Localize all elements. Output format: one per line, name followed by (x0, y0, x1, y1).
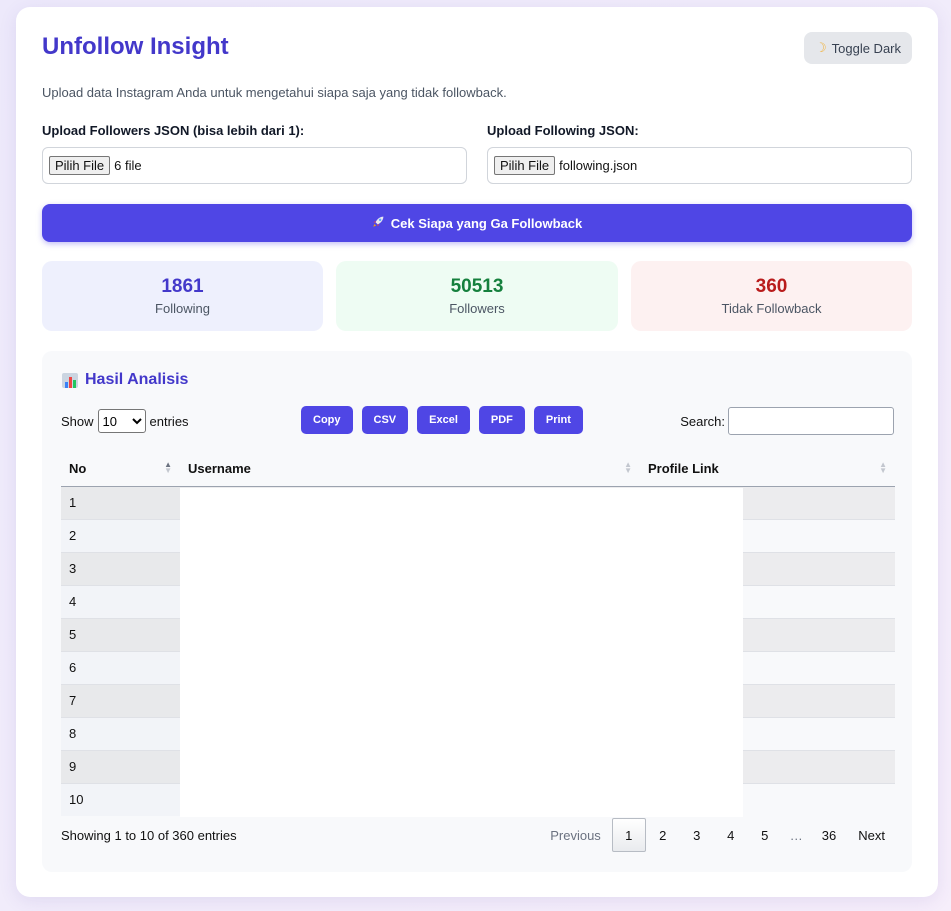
page-subtitle: Upload data Instagram Anda untuk mengeta… (42, 85, 507, 100)
pagination-ellipsis: … (789, 827, 803, 843)
stat-following-card: 1861 Following (42, 261, 323, 331)
toggle-dark-label: Toggle Dark (831, 40, 902, 56)
column-header-profile-link[interactable]: Profile Link ▲ ▼ (640, 451, 895, 487)
row-number: 5 (61, 617, 180, 651)
followers-upload-label: Upload Followers JSON (bisa lebih dari 1… (42, 123, 305, 138)
page-length-control: Show 10 entries (61, 409, 189, 433)
stat-not-followback-card: 360 Tidak Followback (631, 261, 912, 331)
sort-icon: ▲ ▼ (879, 460, 887, 476)
main-card: Unfollow Insight ☽ Toggle Dark Upload da… (16, 7, 938, 897)
page-length-select[interactable]: 10 (97, 409, 146, 433)
pagination-page-5[interactable]: 5 (748, 818, 782, 852)
search-input[interactable] (728, 407, 894, 435)
row-number: 6 (61, 650, 180, 684)
check-unfollowers-button[interactable]: Cek Siapa yang Ga Followback (42, 204, 912, 242)
row-number: 7 (61, 683, 180, 717)
pagination-page-2[interactable]: 2 (646, 818, 680, 852)
stat-followers-label: Followers (449, 301, 505, 316)
redacted-area (180, 488, 743, 817)
stat-followers-card: 50513 Followers (336, 261, 618, 331)
results-panel: Hasil Analisis Show 10 entries Copy CSV Ex… (42, 351, 912, 872)
following-choose-file-button[interactable]: Pilih File (494, 156, 556, 175)
pagination-page-last[interactable]: 36 (811, 818, 847, 852)
entries-label: entries (149, 413, 189, 429)
stat-followers-value: 50513 (450, 276, 504, 297)
search-label: Search: (680, 413, 725, 429)
row-number: 9 (61, 749, 180, 783)
export-csv-button[interactable]: CSV (361, 406, 409, 434)
row-number: 1 (61, 486, 180, 519)
export-excel-button[interactable]: Excel (417, 406, 470, 434)
toggle-dark-button[interactable]: ☽ Toggle Dark (804, 32, 912, 64)
page-title: Unfollow Insight (42, 33, 229, 60)
column-header-no[interactable]: No ▲ ▼ (61, 451, 180, 487)
pagination-next[interactable]: Next (847, 818, 896, 852)
row-number: 10 (61, 782, 180, 816)
export-print-button[interactable]: Print (533, 406, 583, 434)
pagination-page-3[interactable]: 3 (680, 818, 714, 852)
column-header-username-label: Username (188, 460, 251, 476)
bar-chart-icon (62, 372, 78, 388)
followers-file-input[interactable]: Pilih File 6 file (42, 147, 467, 184)
show-label: Show (61, 413, 94, 429)
pagination: Previous 1 2 3 4 5 … 36 Next (539, 818, 896, 852)
followers-choose-file-button[interactable]: Pilih File (49, 156, 111, 175)
export-buttons: Copy CSV Excel PDF Print (301, 406, 583, 434)
check-unfollowers-label: Cek Siapa yang Ga Followback (390, 215, 583, 231)
row-number: 2 (61, 518, 180, 552)
following-file-input[interactable]: Pilih File following.json (487, 147, 912, 184)
results-heading: Hasil Analisis (62, 371, 188, 389)
following-upload-label: Upload Following JSON: (487, 123, 639, 138)
column-header-no-label: No (69, 460, 87, 476)
column-header-profile-link-label: Profile Link (648, 460, 719, 476)
stat-following-label: Following (155, 301, 210, 316)
sort-icon: ▲ ▼ (624, 460, 632, 476)
following-file-status: following.json (559, 158, 638, 173)
pagination-page-1[interactable]: 1 (611, 818, 646, 852)
sort-icon: ▲ ▼ (164, 460, 172, 476)
stat-not-followback-value: 360 (755, 276, 788, 297)
stat-following-value: 1861 (161, 276, 204, 297)
rocket-icon (372, 215, 385, 231)
table-info: Showing 1 to 10 of 360 entries (61, 828, 237, 843)
row-number: 3 (61, 551, 180, 585)
followers-file-status: 6 file (114, 158, 142, 173)
column-header-username[interactable]: Username ▲ ▼ (180, 451, 640, 487)
pagination-page-4[interactable]: 4 (714, 818, 748, 852)
pagination-previous[interactable]: Previous (539, 818, 612, 852)
row-number: 4 (61, 584, 180, 618)
export-copy-button[interactable]: Copy (301, 406, 353, 434)
row-number: 8 (61, 716, 180, 750)
moon-icon: ☽ (814, 40, 827, 55)
table-search: Search: (680, 407, 894, 435)
stat-not-followback-label: Tidak Followback (721, 301, 822, 316)
results-title: Hasil Analisis (85, 371, 189, 388)
export-pdf-button[interactable]: PDF (478, 406, 525, 434)
